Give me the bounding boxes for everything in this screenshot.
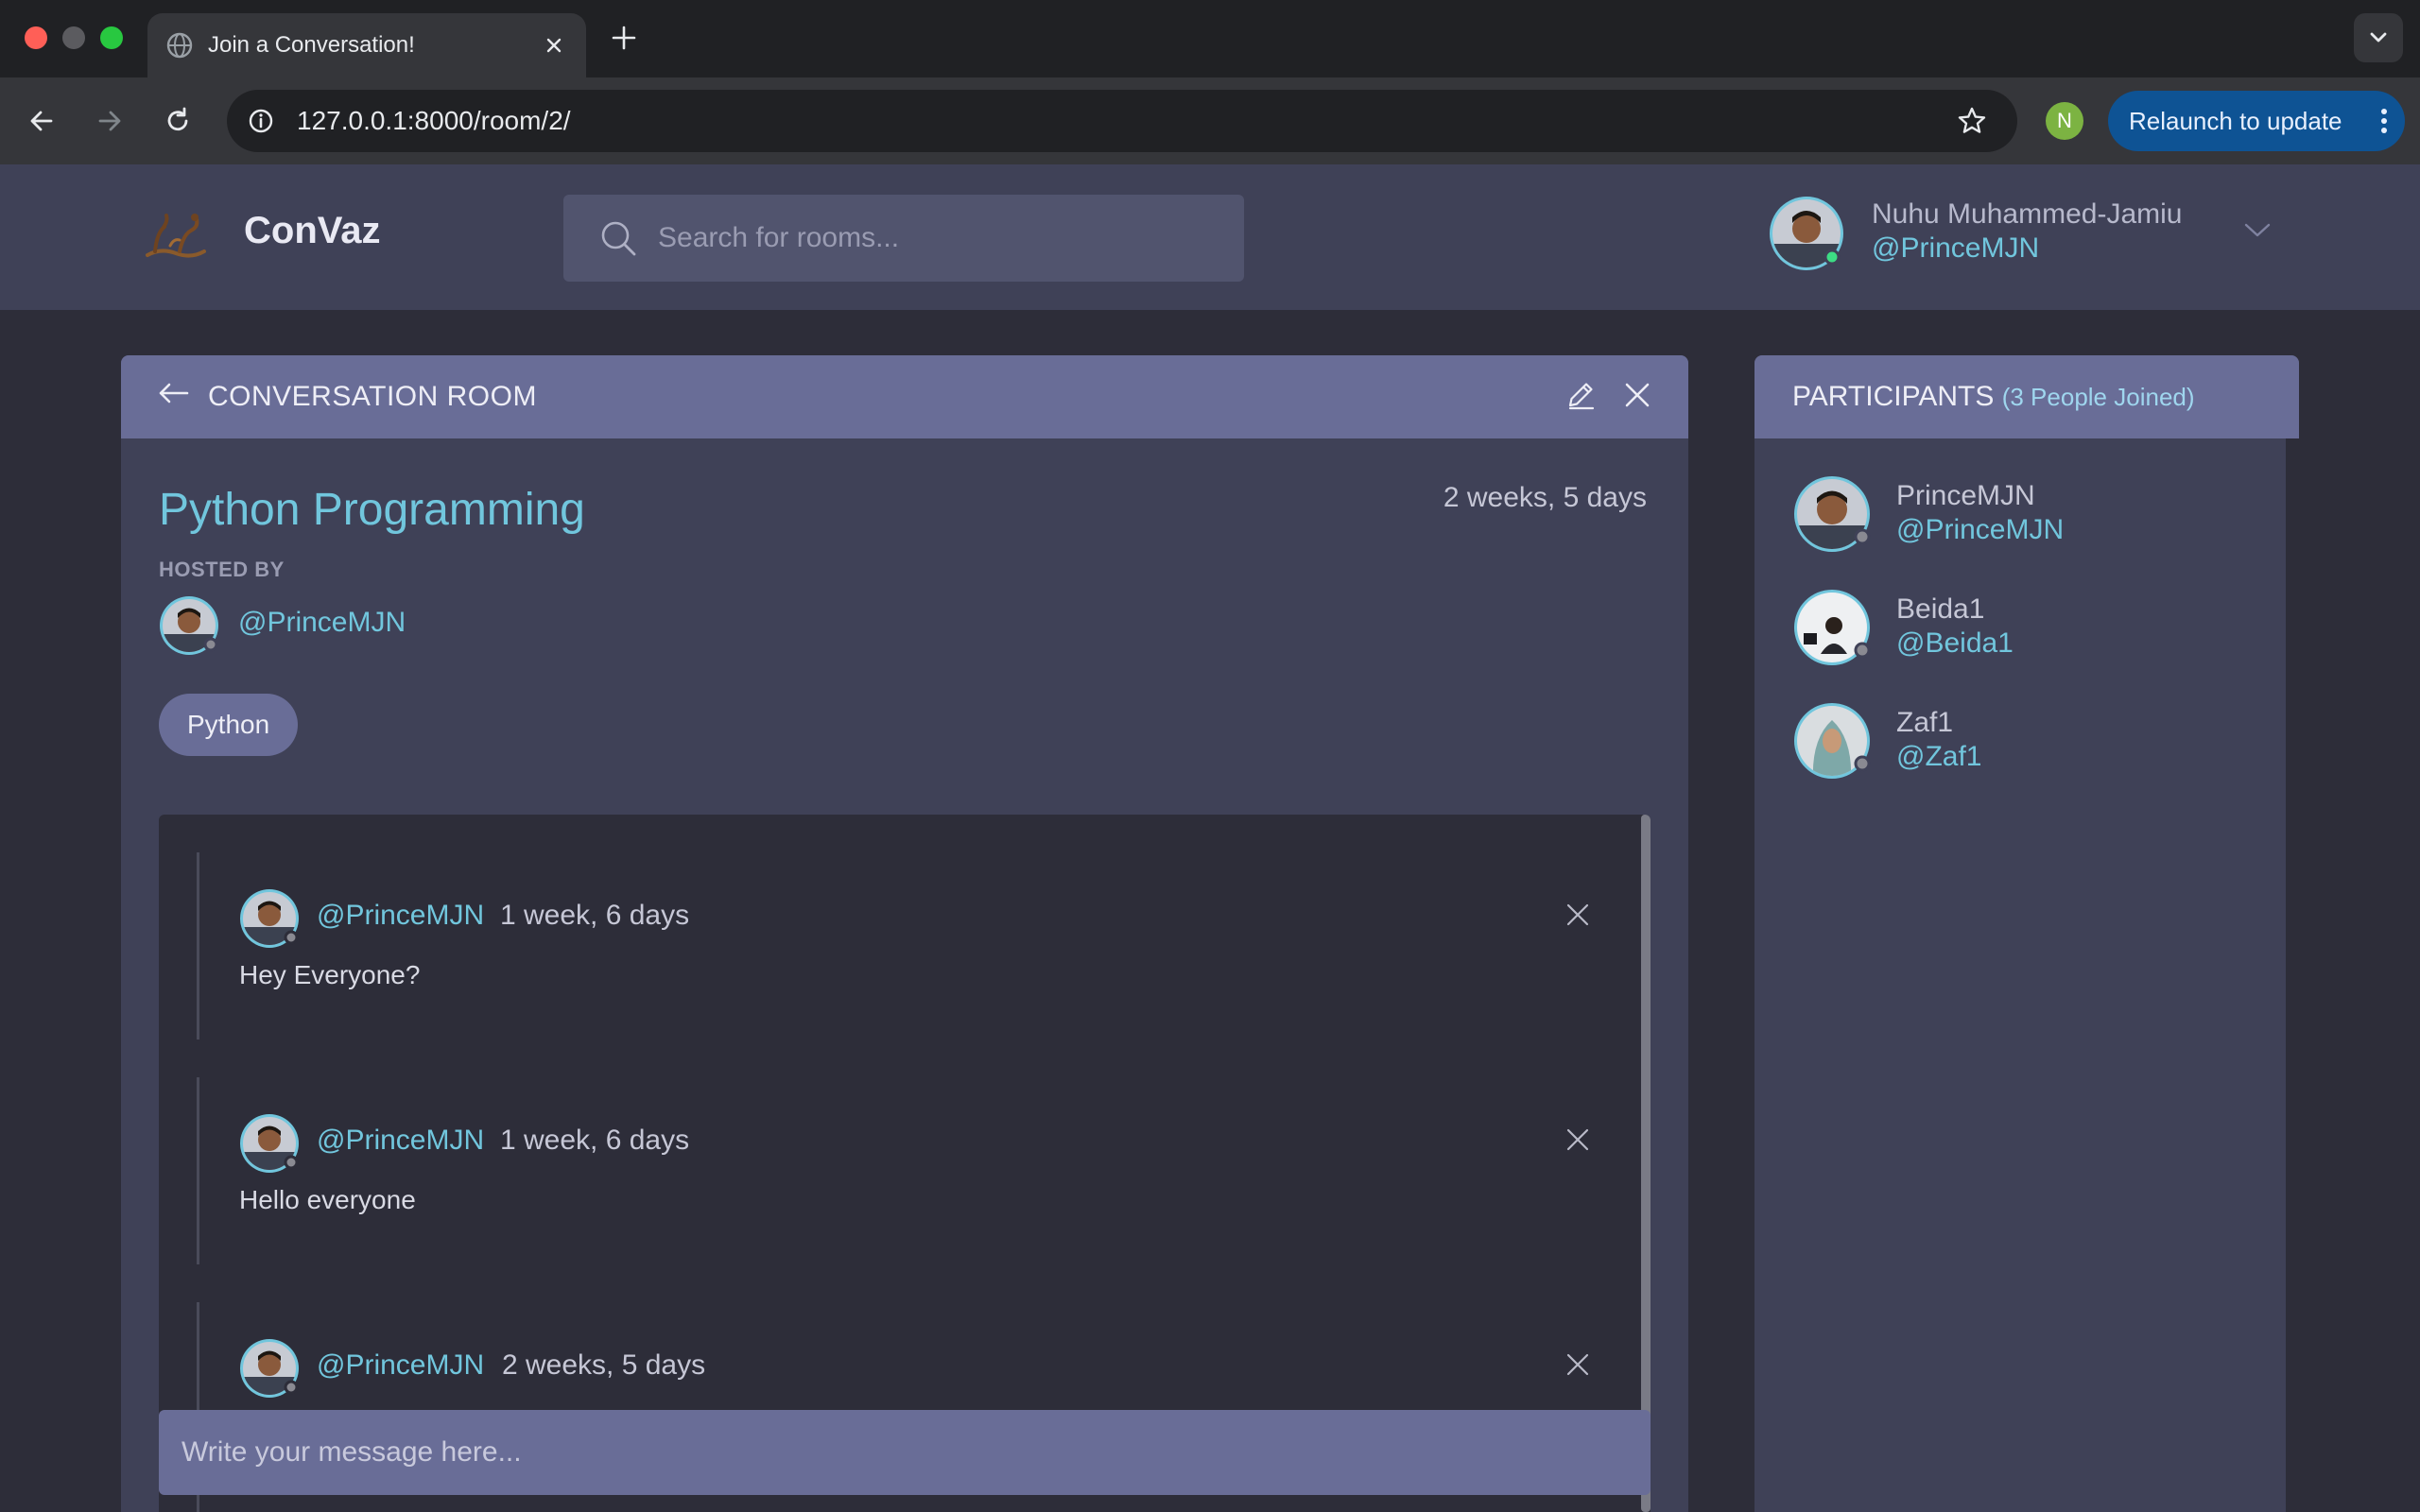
avatar[interactable]	[1768, 195, 1845, 272]
host-handle[interactable]: @PrinceMJN	[238, 607, 406, 639]
participant-handle[interactable]: @Zaf1	[1896, 741, 1981, 773]
window-zoom-button[interactable]	[100, 26, 123, 49]
url-text: 127.0.0.1:8000/room/2/	[297, 106, 571, 135]
list-item: @PrinceMJN 1 week, 6 days Hey Everyone?	[197, 852, 1596, 1040]
reload-icon[interactable]	[159, 102, 197, 140]
avatar[interactable]	[1792, 474, 1872, 554]
avatar[interactable]	[239, 1338, 300, 1399]
window-close-button[interactable]	[25, 26, 47, 49]
topic-tag[interactable]: Python	[159, 694, 299, 756]
info-icon[interactable]	[244, 104, 278, 138]
edit-icon[interactable]	[1562, 376, 1599, 414]
thread-scrollbar[interactable]	[1641, 815, 1651, 1512]
logo-icon[interactable]	[142, 206, 210, 268]
message-time: 1 week, 6 days	[500, 1125, 690, 1156]
browser-toolbar: 127.0.0.1:8000/room/2/ N Relaunch to upd…	[0, 77, 2420, 164]
avatar[interactable]	[239, 1113, 300, 1174]
conversation-room: CONVERSATION ROOM Python Programming 2 w…	[121, 355, 1688, 1512]
avatar[interactable]	[1792, 588, 1872, 667]
participant-name: Beida1	[1896, 593, 1985, 625]
participants-panel: PARTICIPANTS (3 People Joined) PrinceMJN…	[1754, 355, 2299, 1512]
close-icon[interactable]	[1618, 376, 1656, 414]
participants-scrollbar[interactable]	[2286, 438, 2299, 1512]
message-author[interactable]: @PrinceMJN	[317, 900, 484, 932]
app-header: ConVaz Nuhu Muhammed-Jamiu @PrinceMJN	[0, 164, 2420, 310]
forward-arrow-icon[interactable]	[91, 102, 129, 140]
brand-name[interactable]: ConVaz	[244, 210, 380, 252]
globe-icon	[166, 32, 193, 59]
window-minimize-button[interactable]	[62, 26, 85, 49]
user-display-name: Nuhu Muhammed-Jamiu	[1872, 198, 2183, 230]
chevron-down-icon[interactable]	[2240, 214, 2274, 248]
message-author[interactable]: @PrinceMJN	[317, 1349, 484, 1382]
message-time: 1 week, 6 days	[500, 900, 690, 931]
star-icon[interactable]	[1955, 104, 1989, 138]
browser-tab-bar: Join a Conversation!	[0, 0, 2420, 77]
browser-profile-avatar[interactable]: N	[2046, 102, 2083, 140]
message-author[interactable]: @PrinceMJN	[317, 1125, 484, 1157]
avatar[interactable]	[239, 888, 300, 949]
participants-header: PARTICIPANTS (3 People Joined)	[1754, 355, 2299, 438]
chevron-down-icon	[2370, 32, 2387, 43]
close-icon[interactable]	[1559, 1346, 1597, 1383]
avatar[interactable]	[159, 595, 219, 656]
message-composer[interactable]	[159, 1410, 1651, 1495]
message-body: Hello everyone	[239, 1185, 416, 1214]
back-arrow-icon[interactable]	[23, 102, 60, 140]
search-input[interactable]	[658, 195, 1225, 282]
relaunch-label: Relaunch to update	[2129, 107, 2342, 135]
participants-title: PARTICIPANTS (3 People Joined)	[1792, 355, 2195, 438]
close-icon[interactable]	[1559, 896, 1597, 934]
participants-title-text: PARTICIPANTS	[1792, 381, 1995, 412]
message-thread[interactable]: @PrinceMJN 1 week, 6 days Hey Everyone? …	[159, 815, 1651, 1512]
close-icon[interactable]	[539, 30, 569, 60]
room-search[interactable]	[563, 195, 1244, 282]
user-handle[interactable]: @PrinceMJN	[1872, 232, 2039, 265]
participant-handle[interactable]: @PrinceMJN	[1896, 514, 2064, 546]
back-arrow-icon[interactable]	[155, 376, 193, 414]
participant-item[interactable]: Beida1 @Beida1	[1792, 588, 2265, 673]
kebab-menu-icon	[2380, 108, 2388, 134]
tab-search-button[interactable]	[2354, 13, 2403, 62]
browser-tab[interactable]: Join a Conversation!	[147, 13, 586, 77]
address-bar[interactable]: 127.0.0.1:8000/room/2/	[227, 90, 2017, 152]
message-input[interactable]	[182, 1410, 1618, 1495]
participants-count: (3 People Joined)	[2001, 383, 2195, 411]
participant-handle[interactable]: @Beida1	[1896, 627, 2014, 660]
message-body: Hey Everyone?	[239, 960, 421, 989]
tab-title: Join a Conversation!	[208, 32, 415, 58]
participant-name: Zaf1	[1896, 707, 1954, 738]
participant-item[interactable]: PrinceMJN @PrinceMJN	[1792, 474, 2265, 559]
room-header: CONVERSATION ROOM	[121, 355, 1688, 438]
room-created-time: 2 weeks, 5 days	[1443, 482, 1647, 513]
hosted-by-label: HOSTED BY	[159, 558, 285, 581]
message-time: 2 weeks, 5 days	[502, 1349, 706, 1381]
avatar[interactable]	[1792, 701, 1872, 781]
participant-item[interactable]: Zaf1 @Zaf1	[1792, 701, 2265, 786]
close-icon[interactable]	[1559, 1121, 1597, 1159]
list-item: @PrinceMJN 1 week, 6 days Hello everyone	[197, 1077, 1596, 1264]
room-title: Python Programming	[159, 485, 585, 535]
participant-name: PrinceMJN	[1896, 480, 2035, 511]
room-header-title: CONVERSATION ROOM	[208, 381, 537, 412]
search-icon	[597, 217, 639, 259]
relaunch-button[interactable]: Relaunch to update	[2108, 91, 2405, 151]
plus-icon[interactable]	[607, 21, 641, 55]
